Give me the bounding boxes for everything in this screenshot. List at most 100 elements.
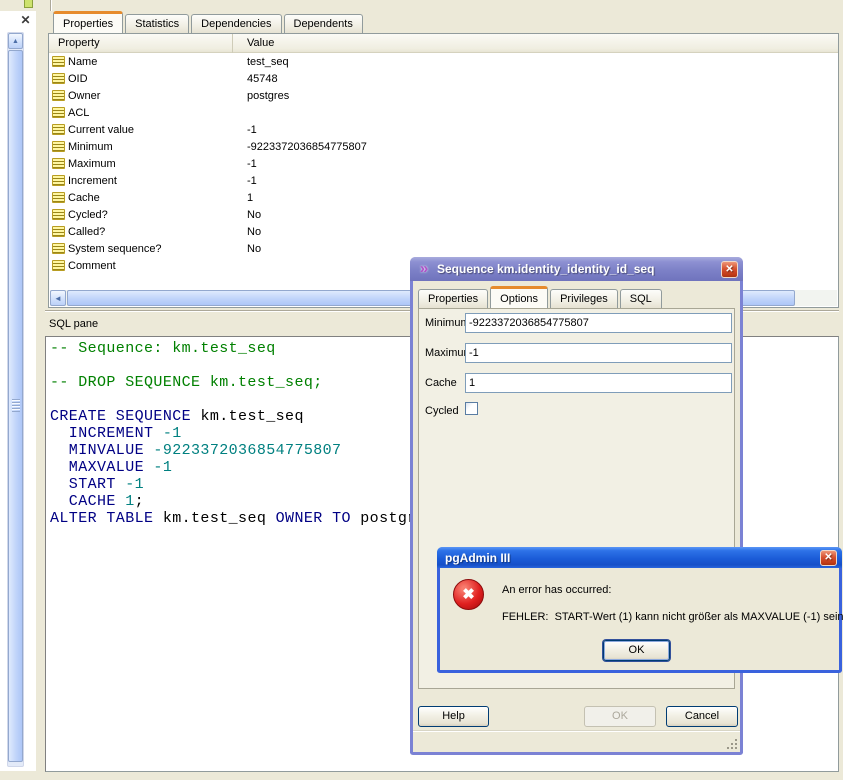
property-value: test_seq	[233, 56, 289, 68]
table-row[interactable]: Called? No	[49, 223, 838, 240]
minimum-label: Minimum	[425, 317, 470, 329]
main-tabbar: PropertiesStatisticsDependenciesDependen…	[53, 11, 365, 33]
property-icon	[52, 56, 65, 67]
property-icon	[52, 243, 65, 254]
property-icon	[52, 124, 65, 135]
error-dialog-title: pgAdmin III	[445, 551, 820, 565]
cancel-button[interactable]: Cancel	[666, 706, 738, 727]
property-value: No	[233, 243, 261, 255]
property-icon	[52, 192, 65, 203]
table-row[interactable]: ACL	[49, 104, 838, 121]
scroll-up-icon[interactable]: ▲	[8, 33, 23, 49]
grid-body: Name test_seq OID 45748 Owner postgres ACL Curr…	[49, 53, 838, 274]
maximum-input[interactable]	[465, 343, 732, 363]
toolbar-icon-fragment	[24, 0, 33, 8]
cycled-label: Cycled	[425, 405, 459, 417]
help-button[interactable]: Help	[418, 706, 489, 727]
property-value: -1	[233, 124, 257, 136]
property-value: 45748	[233, 73, 278, 85]
dialog-tabbar: PropertiesOptionsPrivilegesSQL	[418, 284, 664, 308]
property-name: ACL	[68, 107, 89, 119]
cache-input[interactable]	[465, 373, 732, 393]
dialog-tab-privileges[interactable]: Privileges	[550, 289, 618, 308]
close-icon[interactable]: ✕	[18, 13, 33, 28]
table-row[interactable]: Increment -1	[49, 172, 838, 189]
table-row[interactable]: OID 45748	[49, 70, 838, 87]
dialog-tab-options[interactable]: Options	[490, 286, 548, 308]
resize-grip[interactable]	[727, 739, 738, 750]
cache-field-row: Cache	[419, 373, 734, 393]
property-icon	[52, 260, 65, 271]
tab-properties[interactable]: Properties	[53, 11, 123, 33]
scrollbar-grip	[12, 399, 20, 412]
table-row[interactable]: Minimum -9223372036854775807	[49, 138, 838, 155]
cycled-checkbox[interactable]	[465, 402, 478, 415]
tab-statistics[interactable]: Statistics	[125, 14, 189, 33]
sequence-dialog-title: Sequence km.identity_identity_id_seq	[437, 262, 721, 276]
property-value: 1	[233, 192, 253, 204]
sequence-dialog-titlebar[interactable]: » Sequence km.identity_identity_id_seq ✕	[410, 257, 743, 281]
table-row[interactable]: System sequence? No	[49, 240, 838, 257]
property-value: -1	[233, 175, 257, 187]
table-row[interactable]: Cache 1	[49, 189, 838, 206]
tab-dependencies[interactable]: Dependencies	[191, 14, 281, 33]
error-icon: ✖	[453, 579, 484, 610]
error-message-line2: FEHLER: START-Wert (1) kann nicht größer…	[502, 611, 843, 623]
property-name: Minimum	[68, 141, 113, 153]
property-icon	[52, 90, 65, 101]
property-name: OID	[68, 73, 88, 85]
property-icon	[52, 175, 65, 186]
sequence-dialog: » Sequence km.identity_identity_id_seq ✕…	[410, 257, 743, 755]
table-row[interactable]: Current value-1	[49, 121, 838, 138]
dialog-tab-sql[interactable]: SQL	[620, 289, 662, 308]
property-icon	[52, 158, 65, 169]
property-name: Cycled?	[68, 209, 108, 221]
property-name: System sequence?	[68, 243, 162, 255]
table-row[interactable]: Name test_seq	[49, 53, 838, 70]
close-icon[interactable]: ✕	[721, 261, 738, 278]
close-icon[interactable]: ✕	[820, 550, 837, 566]
column-header-property[interactable]: Property	[49, 34, 233, 53]
minimum-field-row: Minimum	[419, 313, 734, 333]
sequence-icon: »	[416, 261, 432, 277]
table-row[interactable]: Maximum-1	[49, 155, 838, 172]
error-dialog: pgAdmin III ✕ ✖ An error has occurred: F…	[437, 547, 842, 673]
property-name: Comment	[68, 260, 116, 272]
property-value: -9223372036854775807	[233, 141, 367, 153]
property-name: Name	[68, 56, 97, 68]
property-icon	[52, 141, 65, 152]
property-name: Maximum	[68, 158, 116, 170]
scrollbar-thumb[interactable]	[8, 50, 23, 762]
cycled-field-row: Cycled	[419, 401, 734, 421]
toolbar-strip	[0, 0, 843, 11]
property-icon	[52, 107, 65, 118]
property-name: Cache	[68, 192, 100, 204]
sql-pane-label: SQL pane	[49, 318, 98, 332]
toolbar-divider	[50, 0, 51, 11]
ok-button[interactable]: OK	[584, 706, 656, 727]
dialog-statusbar	[413, 730, 740, 752]
column-header-value[interactable]: Value	[233, 37, 274, 49]
vertical-scrollbar[interactable]: ▲	[7, 32, 24, 767]
tab-dependents[interactable]: Dependents	[284, 14, 363, 33]
property-name: Increment	[68, 175, 117, 187]
property-name: Owner	[68, 90, 100, 102]
dialog-tab-properties[interactable]: Properties	[418, 289, 488, 308]
scroll-left-icon[interactable]: ◄	[50, 290, 66, 306]
sequence-dialog-body: PropertiesOptionsPrivilegesSQL Minimum M…	[413, 281, 740, 752]
object-browser-pane: ✕ ▲	[0, 11, 36, 771]
table-row[interactable]: Owner postgres	[49, 87, 838, 104]
table-row[interactable]: Cycled?No	[49, 206, 838, 223]
maximum-field-row: Maximum	[419, 343, 734, 363]
error-ok-button[interactable]: OK	[603, 640, 670, 661]
property-value: postgres	[233, 90, 289, 102]
error-dialog-body: ✖ An error has occurred: FEHLER: START-W…	[440, 568, 839, 670]
property-name: Called?	[68, 226, 105, 238]
property-icon	[52, 226, 65, 237]
grid-header: Property Value	[49, 34, 838, 53]
minimum-input[interactable]	[465, 313, 732, 333]
cache-label: Cache	[425, 377, 457, 389]
property-value: No	[233, 226, 261, 238]
error-dialog-titlebar[interactable]: pgAdmin III ✕	[437, 547, 842, 568]
property-icon	[52, 209, 65, 220]
